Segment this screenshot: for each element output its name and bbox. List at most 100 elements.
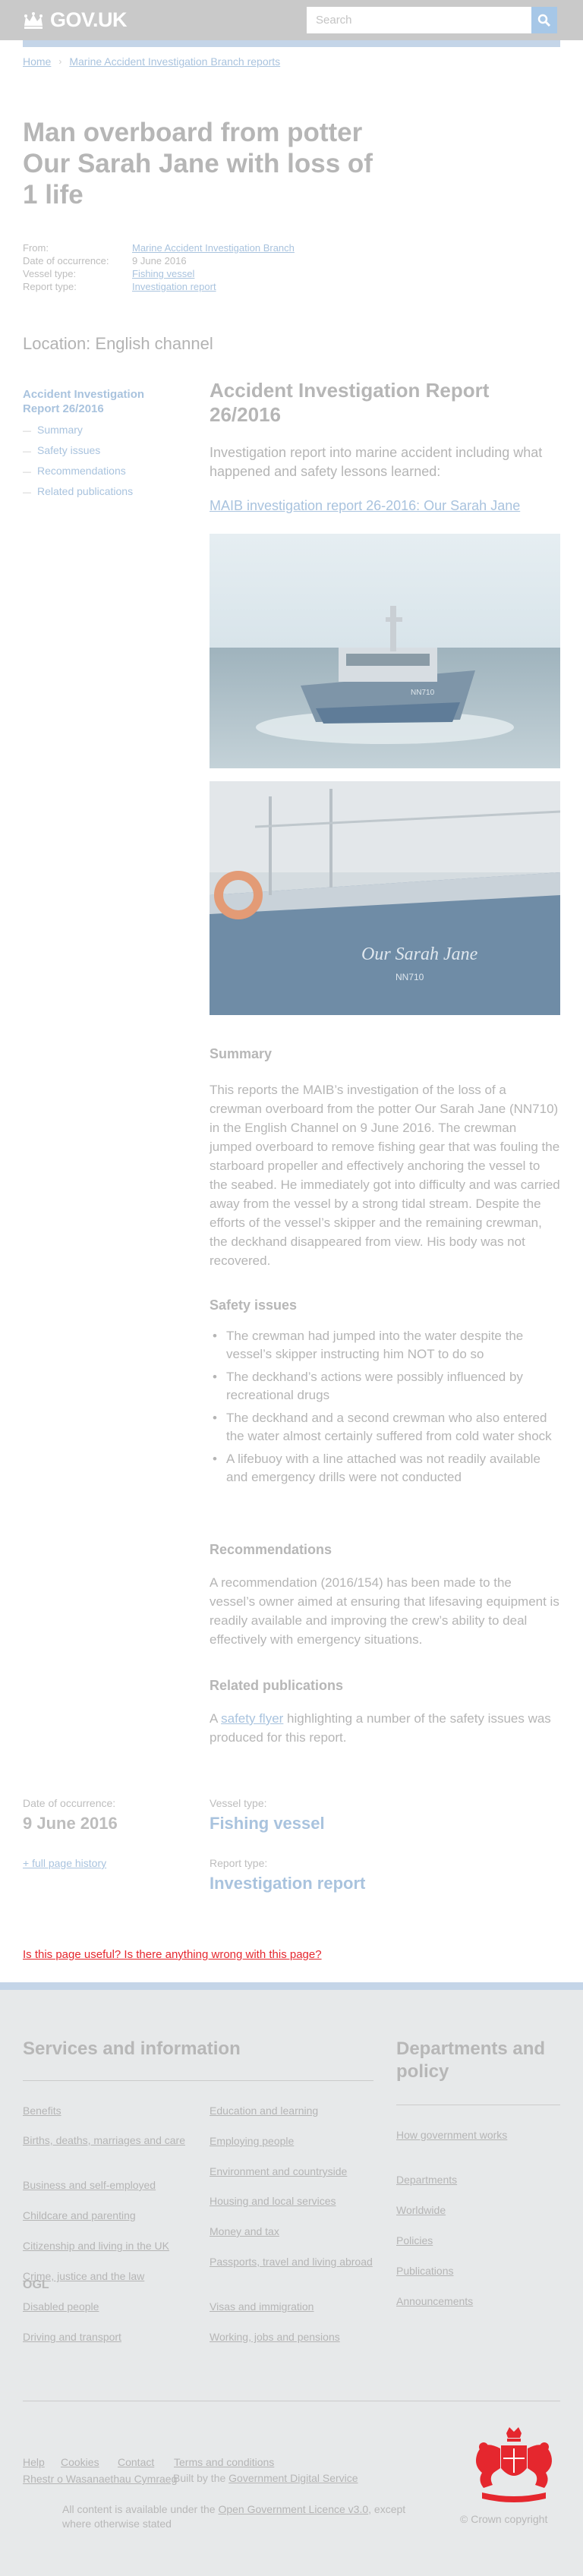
bottom-report-link[interactable]: Investigation report bbox=[210, 1874, 365, 1893]
footer-link-passports[interactable]: Passports, travel and living abroad bbox=[210, 2255, 377, 2269]
contents-link-recommendations[interactable]: Recommendations bbox=[37, 465, 126, 477]
footer-link-housing[interactable]: Housing and local services bbox=[210, 2194, 377, 2209]
royal-crest-icon bbox=[476, 2427, 552, 2502]
footer-divider bbox=[23, 2080, 373, 2081]
bottom-report-label: Report type: bbox=[210, 1857, 268, 1869]
contents-link-safety[interactable]: Safety issues bbox=[37, 444, 100, 456]
safety-item: The deckhand and a second crewman who al… bbox=[210, 1409, 560, 1446]
footer-link-visas[interactable]: Visas and immigration bbox=[210, 2300, 377, 2314]
safety-flyer-link[interactable]: safety flyer bbox=[221, 1711, 283, 1726]
recommendations-section: Recommendations A recommendation (2016/1… bbox=[210, 1542, 560, 1649]
footer-link-announcements[interactable]: Announcements bbox=[396, 2294, 510, 2309]
meta-vessel: Vessel type: Fishing vessel bbox=[23, 267, 295, 280]
search-form bbox=[307, 7, 557, 33]
meta-vessel-label: Vessel type: bbox=[23, 268, 77, 279]
report-intro: Investigation report into marine acciden… bbox=[210, 445, 543, 479]
svg-text:NN710: NN710 bbox=[411, 689, 435, 697]
contents-item-related: Related publications bbox=[23, 482, 175, 503]
contents-item-safety: Safety issues bbox=[23, 441, 175, 462]
summary-text: This reports the MAIB’s investigation of… bbox=[210, 1083, 560, 1268]
contents-title[interactable]: Accident Investigation Report 26/2016 bbox=[23, 387, 175, 416]
meta-from: From: Marine Accident Investigation Bran… bbox=[23, 241, 295, 254]
footer-link-contact[interactable]: Contact bbox=[118, 2455, 154, 2470]
footer-link-policies[interactable]: Policies bbox=[396, 2234, 510, 2248]
footer-link-driving[interactable]: Driving and transport bbox=[23, 2330, 190, 2344]
footer-link-cookies[interactable]: Cookies bbox=[61, 2455, 99, 2470]
footer-link-welsh[interactable]: Rhestr o Wasanaethau Cymraeg bbox=[23, 2472, 177, 2486]
breadcrumb-home[interactable]: Home bbox=[23, 55, 51, 68]
vessel-photo-at-sea: NN710 bbox=[210, 534, 560, 768]
footer-built-by: Built by the Government Digital Service bbox=[173, 2472, 358, 2484]
search-input[interactable] bbox=[307, 7, 531, 33]
footer-link-ogl[interactable]: Open Government Licence v3.0 bbox=[218, 2503, 368, 2515]
ogl-logo-icon: OGL bbox=[23, 2278, 49, 2291]
contents-link-related[interactable]: Related publications bbox=[37, 485, 133, 497]
meta-report: Report type: Investigation report bbox=[23, 280, 295, 293]
footer-link-childcare[interactable]: Childcare and parenting bbox=[23, 2209, 190, 2223]
site-header: GOV.UK bbox=[0, 0, 583, 40]
full-history-link[interactable]: + full page history bbox=[23, 1857, 106, 1869]
footer-link-publications[interactable]: Publications bbox=[396, 2264, 510, 2278]
breadcrumb-maib-reports[interactable]: Marine Accident Investigation Branch rep… bbox=[69, 55, 280, 68]
bottom-meta-report: Report type: Investigation report bbox=[210, 1857, 365, 1893]
report-heading: Accident Investigation Report 26/2016 bbox=[210, 379, 490, 426]
footer-copyright: © Crown copyright bbox=[460, 2513, 548, 2525]
footer-link-disabled[interactable]: Disabled people bbox=[23, 2300, 190, 2314]
footer-link-citizenship[interactable]: Citizenship and living in the UK bbox=[23, 2239, 205, 2253]
footer-link-departments[interactable]: Departments bbox=[396, 2173, 510, 2187]
safety-list: The crewman had jumped into the water de… bbox=[210, 1327, 560, 1487]
footer-link-gds[interactable]: Government Digital Service bbox=[228, 2472, 358, 2484]
meta-report-label: Report type: bbox=[23, 281, 77, 292]
footer-link-working[interactable]: Working, jobs and pensions bbox=[210, 2330, 377, 2344]
meta-date-label: Date of occurrence: bbox=[23, 255, 109, 266]
meta-date: Date of occurrence: 9 June 2016 bbox=[23, 254, 295, 267]
vessel-name-on-hull: Our Sarah Jane bbox=[361, 944, 478, 964]
bottom-vessel-link[interactable]: Fishing vessel bbox=[210, 1814, 325, 1833]
bottom-date-value: 9 June 2016 bbox=[23, 1814, 118, 1833]
footer-link-help[interactable]: Help bbox=[23, 2455, 45, 2470]
crown-icon bbox=[24, 11, 43, 29]
header-accent-bar bbox=[23, 40, 560, 47]
summary-section: Summary This reports the MAIB’s investig… bbox=[210, 1046, 560, 1270]
footer-link-births[interactable]: Births, deaths, marriages and care bbox=[23, 2133, 190, 2148]
recommendations-heading: Recommendations bbox=[210, 1542, 332, 1557]
location-heading: Location: English channel bbox=[23, 334, 213, 353]
safety-section: Safety issues The crewman had jumped int… bbox=[210, 1297, 560, 1491]
safety-item: The crewman had jumped into the water de… bbox=[210, 1327, 560, 1364]
search-button[interactable] bbox=[531, 7, 557, 33]
contents-item-summary: Summary bbox=[23, 421, 175, 441]
safety-item: A lifebuoy with a line attached was not … bbox=[210, 1450, 560, 1487]
report-problem-link[interactable]: Is this page useful? Is there anything w… bbox=[23, 1948, 322, 1961]
report-document-link[interactable]: MAIB investigation report 26-2016: Our S… bbox=[210, 498, 560, 514]
meta-vessel-link[interactable]: Fishing vessel bbox=[132, 268, 194, 279]
bottom-date-label: Date of occurrence: bbox=[23, 1797, 116, 1809]
meta-report-link[interactable]: Investigation report bbox=[132, 281, 216, 292]
footer-link-money[interactable]: Money and tax bbox=[210, 2224, 377, 2239]
search-icon bbox=[537, 14, 551, 27]
footer-link-education[interactable]: Education and learning bbox=[210, 2104, 377, 2118]
vessel-reg-on-hull: NN710 bbox=[395, 972, 424, 982]
summary-heading: Summary bbox=[210, 1046, 273, 1061]
footer-link-employing[interactable]: Employing people bbox=[210, 2134, 377, 2149]
footer-link-how-government-works[interactable]: How government works bbox=[396, 2128, 510, 2142]
metadata-block: From: Marine Accident Investigation Bran… bbox=[23, 241, 295, 293]
svg-text:OGL: OGL bbox=[23, 2278, 49, 2291]
logo-text: GOV.UK bbox=[50, 8, 128, 31]
meta-from-link[interactable]: Marine Accident Investigation Branch bbox=[132, 242, 295, 254]
footer-link-benefits[interactable]: Benefits bbox=[23, 2104, 190, 2118]
recommendations-text: A recommendation (2016/154) has been mad… bbox=[210, 1575, 559, 1647]
footer-link-business[interactable]: Business and self-employed bbox=[23, 2178, 190, 2193]
footer-licence: All content is available under the Open … bbox=[62, 2503, 406, 2530]
contents-link-summary[interactable]: Summary bbox=[37, 424, 83, 436]
footer-link-terms[interactable]: Terms and conditions bbox=[174, 2455, 274, 2470]
meta-date-value: 9 June 2016 bbox=[132, 255, 187, 266]
footer-link-environment[interactable]: Environment and countryside bbox=[210, 2165, 377, 2179]
related-heading: Related publications bbox=[210, 1678, 344, 1693]
govuk-logo-link[interactable]: GOV.UK bbox=[23, 8, 128, 32]
bottom-meta-date: Date of occurrence: 9 June 2016 bbox=[23, 1797, 118, 1833]
footer-departments-heading: Departments and policy bbox=[396, 2038, 546, 2082]
footer-link-worldwide[interactable]: Worldwide bbox=[396, 2203, 510, 2218]
related-text: A safety flyer highlighting a number of … bbox=[210, 1711, 551, 1745]
footer-services-heading: Services and information bbox=[23, 2038, 241, 2059]
safety-item: The deckhand’s actions were possibly inf… bbox=[210, 1368, 560, 1405]
